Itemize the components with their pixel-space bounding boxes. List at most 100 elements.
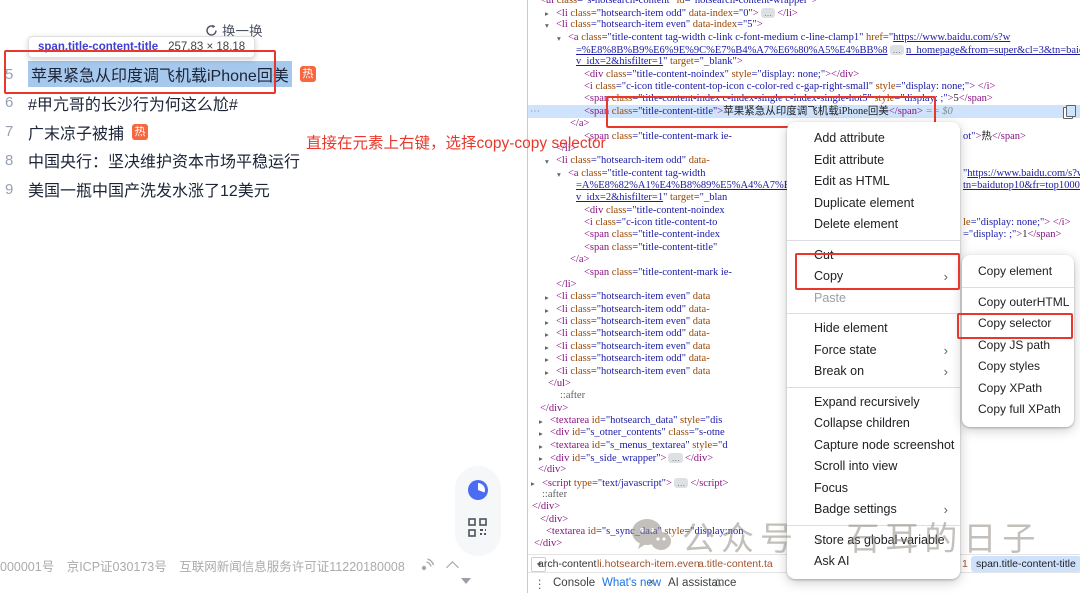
menu-item-copy[interactable]: Copy›: [787, 266, 960, 288]
tree-collapsed-arrow-icon[interactable]: ▸: [545, 329, 549, 340]
menu-item-expand-recursively[interactable]: Expand recursively: [787, 392, 960, 414]
code-line[interactable]: ▸<li class="hotsearch-item even" data: [556, 341, 710, 354]
code-line[interactable]: </div>: [540, 514, 568, 527]
menu-item-copy-js-path[interactable]: Copy JS path: [962, 335, 1074, 357]
menu-item-badge-settings[interactable]: Badge settings›: [787, 499, 960, 521]
menu-item-force-state[interactable]: Force state›: [787, 340, 960, 362]
node-more-actions-icon[interactable]: ⋯: [530, 106, 540, 118]
code-line[interactable]: ▸<textarea id="hotsearch_data" style="di…: [550, 415, 722, 428]
tree-collapsed-arrow-icon[interactable]: ▸: [539, 416, 543, 427]
menu-item-copy-full-xpath[interactable]: Copy full XPath: [962, 399, 1074, 421]
collapse-footer-chevron-icon[interactable]: [446, 561, 459, 574]
copy-node-icon[interactable]: [1063, 107, 1073, 119]
code-link[interactable]: v_idx=2&hisfilter=1: [576, 56, 663, 67]
tab-close-icon[interactable]: ×: [648, 577, 655, 589]
code-line[interactable]: </a>: [570, 118, 589, 131]
code-link[interactable]: https://www.baidu.com/s?w: [893, 32, 1010, 43]
code-line[interactable]: ▸<li class="hotsearch-item even" data: [556, 366, 710, 379]
code-line[interactable]: <span class="title-content-index: [584, 229, 723, 242]
code-line[interactable]: ::after: [560, 390, 585, 403]
code-line[interactable]: ▾<li class="hotsearch-item even" data-in…: [556, 19, 763, 32]
code-line[interactable]: ::after: [542, 489, 567, 502]
menu-item-ask-ai[interactable]: Ask AI: [787, 551, 960, 573]
hot-title-link[interactable]: 美国一瓶中国产洗发水涨了12美元: [28, 177, 270, 201]
tree-expanded-arrow-icon[interactable]: ▾: [557, 169, 561, 180]
hot-title-link[interactable]: #甲亢哥的长沙行为何这么尬#: [28, 91, 238, 115]
code-line[interactable]: ▸<li class="hotsearch-item even" data: [556, 316, 710, 329]
history-clock-icon[interactable]: [466, 478, 490, 507]
breadcrumb-item[interactable]: 1: [962, 558, 968, 570]
code-line[interactable]: ▸<script type="text/javascript">…</scrip…: [542, 477, 728, 490]
code-line[interactable]: ▸<textarea id="s_menus_textarea" style="…: [550, 440, 728, 453]
code-link[interactable]: v_idx=2&hisfilter=1: [576, 192, 663, 203]
menu-item-edit-as-html[interactable]: Edit as HTML: [787, 171, 960, 193]
menu-item-cut[interactable]: Cut: [787, 245, 960, 267]
menu-item-delete-element[interactable]: Delete element: [787, 214, 960, 236]
hot-search-item[interactable]: 9美国一瓶中国产洗发水涨了12美元: [0, 178, 270, 200]
qr-code-icon[interactable]: [468, 518, 487, 542]
hot-search-item[interactable]: 7广末凉子被捕热: [0, 121, 148, 143]
code-line[interactable]: <div class="title-content-noindex" style…: [584, 69, 859, 82]
menu-item-hide-element[interactable]: Hide element: [787, 318, 960, 340]
tree-expanded-arrow-icon[interactable]: ▾: [545, 20, 549, 31]
breadcrumb-current[interactable]: span.title-content-title: [971, 556, 1080, 572]
code-line[interactable]: ▸<li class="hotsearch-item odd" data-: [556, 304, 710, 317]
code-line[interactable]: ▸<li class="hotsearch-item even" data: [556, 291, 710, 304]
menu-item-copy-selector[interactable]: Copy selector: [962, 313, 1074, 335]
code-line[interactable]: </li>: [556, 279, 577, 292]
tree-collapsed-arrow-icon[interactable]: ▸: [545, 317, 549, 328]
hot-title-link[interactable]: 广末凉子被捕: [28, 120, 124, 144]
tree-collapsed-arrow-icon[interactable]: ▸: [539, 441, 543, 452]
breadcrumb-item[interactable]: arch-content: [538, 558, 596, 570]
tree-collapsed-arrow-icon[interactable]: ▸: [545, 367, 549, 378]
hot-search-item[interactable]: 5苹果紧急从印度调飞机载iPhone回美热: [0, 63, 316, 85]
code-line[interactable]: <span class="title-content-title": [584, 242, 717, 255]
code-line[interactable]: v_idx=2&hisfilter=1" target="_blan: [576, 192, 727, 205]
code-link[interactable]: tn=baidutop10&fr=top1000&r: [963, 180, 1080, 191]
breadcrumb-item[interactable]: li.hotsearch-item.even: [597, 558, 700, 570]
code-line[interactable]: ▾<a class="title-content tag-width: [568, 168, 708, 181]
tree-expanded-arrow-icon[interactable]: ▾: [545, 156, 549, 167]
code-link[interactable]: n_homepage&from=super&cl=3&tn=baidutop10…: [906, 45, 1080, 56]
tab-console[interactable]: Console: [553, 577, 595, 589]
tree-collapsed-arrow-icon[interactable]: ▸: [545, 354, 549, 365]
code-link[interactable]: =A%E8%82%A1%E4%B8%89%E5%A4%A7%E6%8: [576, 180, 809, 191]
tree-collapsed-arrow-icon[interactable]: ▸: [539, 453, 543, 464]
hot-title-link[interactable]: 中国央行：坚决维护资本市场平稳运行: [28, 148, 300, 172]
tree-collapsed-arrow-icon[interactable]: ▸: [545, 292, 549, 303]
code-link[interactable]: https://www.baidu.com/s?w: [967, 168, 1080, 179]
tree-collapsed-arrow-icon[interactable]: ▸: [545, 305, 549, 316]
menu-item-copy-styles[interactable]: Copy styles: [962, 356, 1074, 378]
code-line[interactable]: <textarea id="s_sync_data" style="displa…: [546, 526, 743, 539]
code-line[interactable]: =%E8%8B%B9%E6%9E%9C%E7%B4%A7%E6%80%A5%E4…: [576, 44, 1080, 57]
tree-collapsed-arrow-icon[interactable]: ▸: [531, 478, 535, 489]
code-line[interactable]: ▸<div id="s_side_wrapper">…</div>: [550, 452, 713, 465]
menu-item-copy-outerhtml[interactable]: Copy outerHTML: [962, 292, 1074, 314]
breadcrumb-item[interactable]: a.title-content.ta: [698, 558, 773, 570]
code-line[interactable]: <span class="title-content-mark ie-: [584, 131, 732, 144]
tab-ai-assistance[interactable]: AI assistance: [668, 577, 736, 589]
code-line[interactable]: =A%E8%82%A1%E4%B8%89%E5%A4%A7%E6%8: [576, 180, 809, 193]
code-line[interactable]: </div>: [540, 403, 568, 416]
menu-item-copy-element[interactable]: Copy element: [962, 261, 1074, 283]
menu-item-focus[interactable]: Focus: [787, 478, 960, 500]
code-line[interactable]: <span class="title-content-title">苹果紧急从印…: [584, 106, 953, 119]
page-scroll-caret-icon[interactable]: [461, 578, 471, 584]
code-line[interactable]: </a>: [570, 254, 589, 267]
code-line[interactable]: ▸<li class="hotsearch-item odd" data-: [556, 353, 710, 366]
code-line[interactable]: <i class="c-icon title-content-top-icon …: [584, 81, 995, 94]
code-line[interactable]: </div>: [534, 538, 562, 551]
tree-collapsed-arrow-icon[interactable]: ▸: [545, 8, 549, 19]
code-line[interactable]: ▸<div id="s_otner_contents" class="s-otn…: [550, 427, 725, 440]
code-line[interactable]: <div class="title-content-noindex: [584, 205, 725, 218]
code-line[interactable]: ▾<li class="hotsearch-item odd" data-: [556, 155, 710, 168]
menu-item-scroll-into-view[interactable]: Scroll into view: [787, 456, 960, 478]
code-line[interactable]: v_idx=2&hisfilter=1" target="_blank">: [576, 56, 743, 69]
hot-search-item[interactable]: 6#甲亢哥的长沙行为何这么尬#: [0, 92, 238, 114]
hot-search-item[interactable]: 8中国央行：坚决维护资本市场平稳运行: [0, 149, 300, 171]
drawer-kebab-menu-icon[interactable]: ⋮: [534, 577, 546, 591]
code-line[interactable]: </div>: [532, 501, 560, 514]
tree-collapsed-arrow-icon[interactable]: ▸: [545, 342, 549, 353]
menu-item-capture-node-screenshot[interactable]: Capture node screenshot: [787, 435, 960, 457]
menu-item-collapse-children[interactable]: Collapse children: [787, 413, 960, 435]
